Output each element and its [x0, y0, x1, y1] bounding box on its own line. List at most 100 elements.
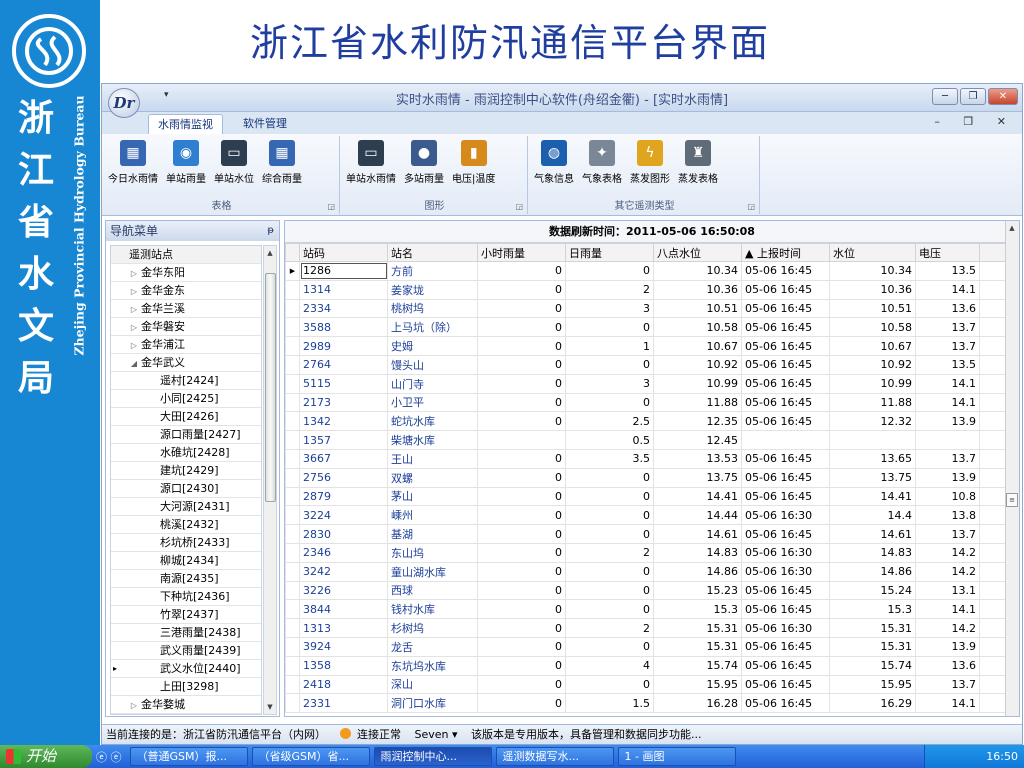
- ribbon-button[interactable]: ● 多站雨量: [400, 140, 448, 188]
- close-button[interactable]: ✕: [988, 88, 1018, 105]
- tree-group[interactable]: ▷ 金华金东: [111, 282, 261, 300]
- expand-icon[interactable]: ▷: [127, 283, 141, 301]
- tree-station[interactable]: 源口雨量[2427]: [111, 426, 261, 444]
- table-row[interactable]: 2418 深山 0 0 15.95 05-06 16:45 15.95 13.7: [285, 674, 1019, 695]
- expand-icon[interactable]: ▷: [127, 319, 141, 337]
- tree-station[interactable]: 下种坑[2436]: [111, 588, 261, 606]
- grid-scrollbar[interactable]: ▲ ≡: [1005, 221, 1019, 716]
- table-row[interactable]: 1342 蛇坑水库 0 2.5 12.35 05-06 16:45 12.32 13.9: [285, 411, 1019, 432]
- expand-icon[interactable]: ▷: [127, 697, 141, 714]
- tree-station[interactable]: 杉坑桥[2433]: [111, 534, 261, 552]
- scroll-up-icon[interactable]: ▲: [264, 247, 276, 259]
- nav-scrollbar[interactable]: ▲ ▼: [263, 245, 277, 715]
- minimize-button[interactable]: ─: [932, 88, 958, 105]
- column-header[interactable]: 小时雨量: [477, 243, 566, 262]
- tree-station[interactable]: 小同[2425]: [111, 390, 261, 408]
- tree-root[interactable]: 遥测站点: [111, 246, 261, 264]
- taskbar-task[interactable]: （省级GSM）省...: [251, 747, 370, 766]
- table-row[interactable]: 1357 柴塘水库 0.5 12.45: [285, 430, 1019, 450]
- tree-group[interactable]: ◢ 金华武义: [111, 354, 261, 372]
- quick-launch-browser-icon[interactable]: ⓔ ⓔ: [96, 749, 122, 765]
- column-header[interactable]: 站码: [299, 243, 388, 262]
- table-row[interactable]: 3844 钱村水库 0 0 15.3 05-06 16:45 15.3 14.1: [285, 599, 1019, 620]
- table-row[interactable]: 3667 王山 0 3.5 13.53 05-06 16:45 13.65 13.7: [285, 448, 1019, 469]
- tree-station[interactable]: 南源[2435]: [111, 570, 261, 588]
- table-row[interactable]: 2331 洞门口水库 0 1.5 16.28 05-06 16:45 16.29 14.1: [285, 693, 1019, 714]
- column-header[interactable]: 站名: [387, 243, 478, 262]
- ribbon-button[interactable]: ▦ 今日水雨情: [104, 140, 162, 188]
- user-dropdown[interactable]: Seven ▾: [415, 728, 458, 741]
- collapse-icon[interactable]: ◢: [127, 355, 141, 373]
- tree-group[interactable]: ▷ 金华浦江: [111, 336, 261, 354]
- tree-station[interactable]: 建坑[2429]: [111, 462, 261, 480]
- expand-icon[interactable]: ▷: [127, 337, 141, 355]
- ribbon-button[interactable]: ▦ 综合雨量: [258, 140, 306, 188]
- ribbon-button[interactable]: ♜ 蒸发表格: [674, 140, 722, 188]
- pin-icon[interactable]: ᵽ: [267, 221, 274, 241]
- group-launcher-icon[interactable]: ◲: [327, 202, 335, 211]
- tree-station[interactable]: 竹翠[2437]: [111, 606, 261, 624]
- table-row[interactable]: 1358 东坑坞水库 0 4 15.74 05-06 16:45 15.74 13.6: [285, 655, 1019, 676]
- table-row[interactable]: 3924 龙舌 0 0 15.31 05-06 16:45 15.31 13.9: [285, 636, 1019, 657]
- column-header[interactable]: 八点水位: [653, 243, 742, 262]
- tree-station[interactable]: 三港雨量[2438]: [111, 624, 261, 642]
- table-row[interactable]: 2173 小卫平 0 0 11.88 05-06 16:45 11.88 14.1: [285, 392, 1019, 413]
- table-row[interactable]: 3226 西球 0 0 15.23 05-06 16:45 15.24 13.1: [285, 580, 1019, 601]
- tree-station[interactable]: 上田[3298]: [111, 678, 261, 696]
- table-row[interactable]: 2346 东山坞 0 2 14.83 05-06 16:30 14.83 14.2: [285, 542, 1019, 563]
- table-row[interactable]: 5115 山门寺 0 3 10.99 05-06 16:45 10.99 14.1: [285, 373, 1019, 394]
- quick-access-toolbar[interactable]: ▾: [164, 90, 169, 100]
- tree-group[interactable]: ▷ 金华磐安: [111, 318, 261, 336]
- tree-station[interactable]: 武义雨量[2439]: [111, 642, 261, 660]
- tree-station[interactable]: 柳城[2434]: [111, 552, 261, 570]
- table-row[interactable]: ▶ 1286 方前 0 0 10.34 05-06 16:45 10.34 13.5: [285, 261, 1019, 281]
- ribbon-button[interactable]: ϟ 蒸发图形: [626, 140, 674, 188]
- ribbon-button[interactable]: ▭ 单站水位: [210, 140, 258, 188]
- mdi-controls[interactable]: – ❐ ✕: [934, 115, 1016, 128]
- table-row[interactable]: 3242 童山湖水库 0 0 14.86 05-06 16:30 14.86 14.2: [285, 561, 1019, 582]
- scroll-down-icon[interactable]: ▼: [264, 701, 276, 713]
- column-header[interactable]: ▲ 上报时间: [741, 243, 830, 262]
- table-row[interactable]: 2879 茅山 0 0 14.41 05-06 16:45 14.41 10.8: [285, 486, 1019, 507]
- ribbon-button[interactable]: ◍ 气象信息: [530, 140, 578, 188]
- table-row[interactable]: 2756 双螺 0 0 13.75 05-06 16:45 13.75 13.9: [285, 467, 1019, 488]
- expand-icon[interactable]: ▷: [127, 265, 141, 283]
- scroll-up-icon[interactable]: ▲: [1006, 222, 1018, 234]
- table-row[interactable]: 2830 基湖 0 0 14.61 05-06 16:45 14.61 13.7: [285, 524, 1019, 544]
- tree-station[interactable]: 大河源[2431]: [111, 498, 261, 516]
- ribbon-button[interactable]: ◉ 单站雨量: [162, 140, 210, 188]
- maximize-button[interactable]: ❐: [960, 88, 986, 105]
- taskbar-task[interactable]: （普通GSM）报...: [129, 747, 248, 766]
- table-row[interactable]: 2764 馒头山 0 0 10.92 05-06 16:45 10.92 13.5: [285, 354, 1019, 375]
- tree-station[interactable]: ▸ 武义水位[2440]: [111, 660, 261, 678]
- ribbon-button[interactable]: ▭ 单站水雨情: [342, 140, 400, 188]
- tree-station[interactable]: 水碓坑[2428]: [111, 444, 261, 462]
- tab-software-management[interactable]: 软件管理: [234, 114, 296, 134]
- expand-icon[interactable]: ▷: [127, 301, 141, 319]
- tree-group[interactable]: ▷ 金华兰溪: [111, 300, 261, 318]
- tree-group[interactable]: ▷ 金华东阳: [111, 264, 261, 282]
- table-row[interactable]: 1313 杉树坞 0 2 15.31 05-06 16:30 15.31 14.2: [285, 618, 1019, 638]
- column-header[interactable]: 日雨量: [565, 243, 654, 262]
- column-header[interactable]: 水位: [829, 243, 916, 262]
- app-menu-button[interactable]: Dr: [108, 88, 140, 118]
- taskbar-task[interactable]: 1 - 画图: [617, 747, 736, 766]
- start-button[interactable]: 开始: [0, 745, 92, 768]
- tab-water-rain-monitor[interactable]: 水雨情监视: [148, 114, 223, 134]
- nav-scroll-thumb[interactable]: [265, 273, 276, 502]
- table-row[interactable]: 2989 史姆 0 1 10.67 05-06 16:45 10.67 13.7: [285, 336, 1019, 356]
- taskbar-task[interactable]: 雨润控制中心...: [373, 747, 492, 766]
- tree-group[interactable]: ▷ 金华婺城: [111, 696, 261, 714]
- ribbon-button[interactable]: ✦ 气象表格: [578, 140, 626, 188]
- grid-scroll-thumb[interactable]: ≡: [1006, 493, 1018, 507]
- table-row[interactable]: 3224 嵊州 0 0 14.44 05-06 16:30 14.4 13.8: [285, 505, 1019, 526]
- table-row[interactable]: 1314 姜家垅 0 2 10.36 05-06 16:45 10.36 14.1: [285, 279, 1019, 300]
- column-header[interactable]: 电压: [915, 243, 980, 262]
- tree-station[interactable]: 桃溪[2432]: [111, 516, 261, 534]
- table-row[interactable]: 3588 上马坑（除） 0 0 10.58 05-06 16:45 10.58 13.7: [285, 317, 1019, 338]
- group-launcher-icon[interactable]: ◲: [747, 202, 755, 211]
- tree-station[interactable]: 大田[2426]: [111, 408, 261, 426]
- group-launcher-icon[interactable]: ◲: [515, 202, 523, 211]
- ribbon-button[interactable]: ▮ 电压|温度: [448, 140, 499, 188]
- table-row[interactable]: 2334 桃树坞 0 3 10.51 05-06 16:45 10.51 13.6: [285, 298, 1019, 319]
